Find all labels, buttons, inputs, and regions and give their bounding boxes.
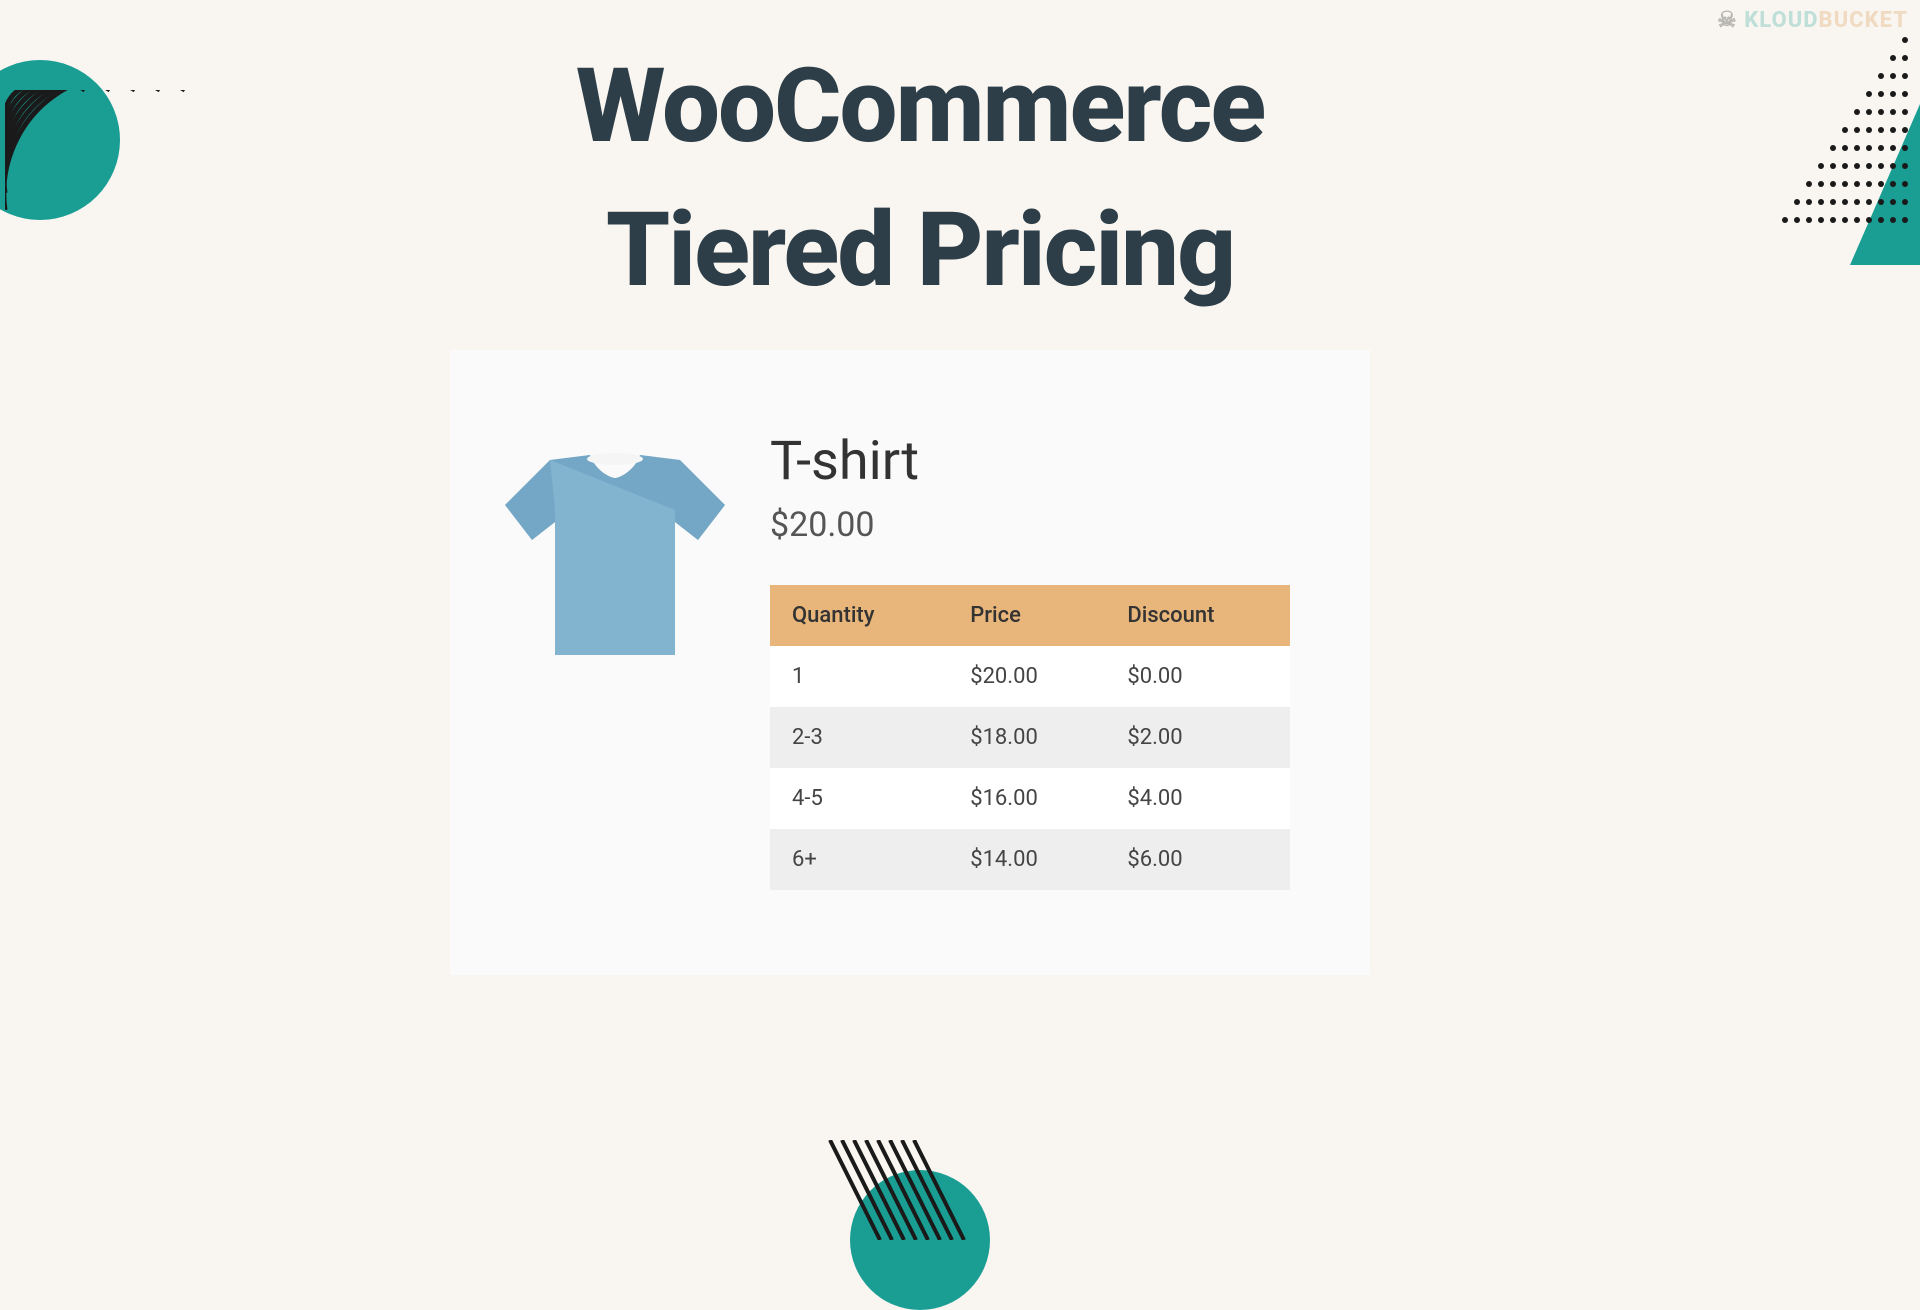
product-card: T-shirt $20.00 Quantity Price Discount 1…	[450, 350, 1370, 975]
header-discount: Discount	[1105, 585, 1290, 646]
cell-price: $18.00	[948, 707, 1105, 768]
cell-quantity: 2-3	[770, 707, 948, 768]
diagonal-lines-icon	[820, 1140, 980, 1240]
product-price: $20.00	[770, 505, 1330, 545]
product-image	[490, 430, 740, 680]
table-header-row: Quantity Price Discount	[770, 585, 1290, 646]
page-title: WooCommerce Tiered Pricing	[0, 0, 1880, 323]
table-row: 2-3 $18.00 $2.00	[770, 707, 1290, 768]
title-line-2: Tiered Pricing	[606, 190, 1234, 311]
cell-discount: $2.00	[1105, 707, 1290, 768]
cell-discount: $4.00	[1105, 768, 1290, 829]
cell-price: $20.00	[948, 646, 1105, 707]
header-quantity: Quantity	[770, 585, 948, 646]
pricing-table: Quantity Price Discount 1 $20.00 $0.00 2…	[770, 585, 1290, 890]
product-name: T-shirt	[770, 430, 1330, 493]
table-row: 1 $20.00 $0.00	[770, 646, 1290, 707]
cell-quantity: 4-5	[770, 768, 948, 829]
table-row: 6+ $14.00 $6.00	[770, 829, 1290, 890]
cell-quantity: 6+	[770, 829, 948, 890]
title-line-1: WooCommerce	[576, 46, 1265, 167]
header-price: Price	[948, 585, 1105, 646]
tshirt-icon	[500, 450, 730, 660]
cell-price: $16.00	[948, 768, 1105, 829]
cell-price: $14.00	[948, 829, 1105, 890]
cell-discount: $6.00	[1105, 829, 1290, 890]
cell-quantity: 1	[770, 646, 948, 707]
cell-discount: $0.00	[1105, 646, 1290, 707]
product-info: T-shirt $20.00 Quantity Price Discount 1…	[770, 400, 1330, 925]
table-row: 4-5 $16.00 $4.00	[770, 768, 1290, 829]
